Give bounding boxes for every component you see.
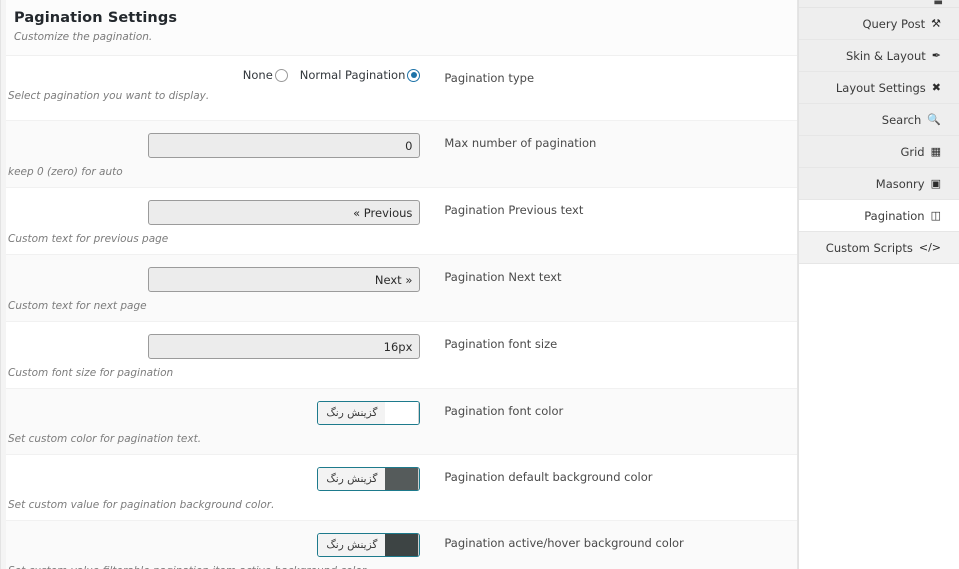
text-input[interactable] — [148, 267, 421, 292]
search-icon: 🔍 — [927, 113, 941, 126]
text-input[interactable] — [148, 334, 421, 359]
settings-sidebar: ▬ ⚒ Query Post ✒ Skin & Layout ✖ Layout Setti… — [798, 0, 959, 569]
setting-description: Custom text for previous page — [8, 233, 169, 245]
setting-label: Pagination active/hover background color — [444, 536, 684, 550]
setting-field: Custom text for next page — [0, 255, 430, 321]
radio-option[interactable]: Normal Pagination — [300, 68, 421, 82]
sidebar-item-custom-scripts[interactable]: </> Custom Scripts — [799, 232, 959, 264]
sidebar-item-query-post[interactable]: ⚒ Query Post — [799, 8, 959, 40]
setting-description: .Set custom value filterable pagination … — [8, 564, 420, 569]
page-title: Pagination Settings — [14, 10, 178, 26]
sidebar-item-skin-layout[interactable]: ✒ Skin & Layout — [799, 40, 959, 72]
color-picker[interactable]: گزینش رنگ — [317, 401, 421, 425]
setting-field: گزینش رنگ .Set custom value for paginatio… — [0, 455, 430, 520]
field-control-wrap: Normal Pagination None — [8, 68, 421, 82]
setting-label: Pagination font size — [444, 337, 558, 351]
setting-description: .Set custom value for pagination backgro… — [8, 499, 275, 511]
settings-rows: Pagination type Normal Pagination None .Sel… — [0, 56, 797, 569]
field-control-wrap — [8, 200, 421, 225]
setting-label: Pagination font color — [444, 404, 564, 418]
setting-row: Pagination Next text Custom text for next… — [0, 255, 797, 322]
radio-label: Normal Pagination — [299, 68, 406, 82]
color-picker-button-label[interactable]: گزینش رنگ — [318, 402, 386, 424]
brush-icon: ✒ — [931, 49, 941, 62]
field-control-wrap: گزینش رنگ — [8, 401, 421, 425]
pagination-icon: ◫ — [930, 209, 941, 222]
radio-group: Normal Pagination None — [8, 68, 421, 82]
setting-field: گزینش رنگ .Set custom value filterable pa… — [0, 521, 430, 569]
sidebar-item-label: Search — [881, 112, 922, 127]
setting-description: .Set custom color for pagination text — [8, 433, 202, 445]
color-picker[interactable]: گزینش رنگ — [317, 533, 421, 557]
setting-row: Pagination font size Custom font size for… — [0, 322, 797, 389]
partial-icon: ▬ — [933, 0, 943, 8]
radio-selected-icon[interactable] — [407, 68, 421, 82]
setting-label: Pagination default background color — [444, 470, 653, 484]
field-control-wrap: گزینش رنگ — [8, 467, 421, 491]
text-input[interactable] — [148, 133, 421, 158]
setting-field: Custom font size for pagination — [0, 322, 430, 388]
setting-field: Normal Pagination None .Select pagination … — [0, 56, 430, 111]
posts-icon: ⚒ — [931, 17, 941, 30]
field-control-wrap — [8, 334, 421, 359]
sidebar-top-partial-item[interactable]: ▬ — [799, 0, 959, 8]
sidebar-empty-area — [799, 264, 959, 569]
setting-label: Pagination Next text — [444, 270, 562, 284]
setting-row: Pagination font color گزینش رنگ .Set custo… — [0, 389, 797, 455]
sidebar-item-label: Custom Scripts — [825, 240, 913, 255]
color-picker-button-label[interactable]: گزینش رنگ — [318, 534, 386, 556]
setting-field: Custom text for previous page — [0, 188, 430, 254]
sidebar-item-search[interactable]: 🔍 Search — [799, 104, 959, 136]
setting-row: Pagination Previous text Custom text for … — [0, 188, 797, 255]
setting-row: Max number of pagination keep 0 (zero) fo… — [0, 121, 797, 188]
setting-row: Pagination active/hover background color… — [0, 521, 797, 569]
sidebar-item-label: Query Post — [862, 16, 926, 31]
radio-option[interactable]: None — [243, 68, 288, 82]
code-icon: </> — [918, 241, 941, 254]
sidebar-item-masonry[interactable]: ▣ Masonry — [799, 168, 959, 200]
grid-icon: ▦ — [930, 145, 941, 158]
field-control-wrap — [8, 133, 421, 158]
sidebar-item-pagination[interactable]: ◫ Pagination — [799, 200, 959, 232]
color-picker-button-label[interactable]: گزینش رنگ — [318, 468, 386, 490]
setting-label: Max number of pagination — [444, 136, 597, 150]
panel-right-edge — [0, 0, 6, 569]
setting-label: Pagination Previous text — [444, 203, 584, 217]
radio-unselected-icon[interactable] — [274, 68, 288, 82]
setting-row: Pagination type Normal Pagination None .Sel… — [0, 56, 797, 121]
sidebar-item-label: Skin & Layout — [845, 48, 926, 63]
sidebar-item-label: Pagination — [864, 208, 925, 223]
setting-description: keep 0 (zero) for auto — [8, 166, 123, 178]
setting-description: Custom font size for pagination — [8, 367, 174, 379]
sidebar-item-label: Grid — [900, 144, 925, 159]
field-control-wrap — [8, 267, 421, 292]
sidebar-item-grid[interactable]: ▦ Grid — [799, 136, 959, 168]
setting-field: گزینش رنگ .Set custom color for paginatio… — [0, 389, 430, 454]
section-header: Pagination Settings .Customize the pagin… — [0, 0, 797, 56]
setting-label: Pagination type — [444, 71, 535, 85]
radio-label: None — [242, 68, 273, 82]
color-picker[interactable]: گزینش رنگ — [317, 467, 421, 491]
settings-panel: ▬ ⚒ Query Post ✒ Skin & Layout ✖ Layout Setti… — [0, 0, 959, 569]
setting-description: Custom text for next page — [8, 300, 147, 312]
sidebar-item-layout-settings[interactable]: ✖ Layout Settings — [799, 72, 959, 104]
setting-row: Pagination default background color گزینش… — [0, 455, 797, 521]
color-swatch[interactable] — [385, 402, 420, 424]
color-swatch[interactable] — [385, 534, 420, 556]
color-swatch[interactable] — [385, 468, 420, 490]
field-control-wrap: گزینش رنگ — [8, 533, 421, 557]
masonry-icon: ▣ — [930, 177, 941, 190]
page-subtitle: .Customize the pagination — [14, 31, 153, 43]
sidebar-item-label: Layout Settings — [835, 80, 926, 95]
text-input[interactable] — [148, 200, 421, 225]
setting-field: keep 0 (zero) for auto — [0, 121, 430, 187]
pagination-settings-panel: Pagination Settings .Customize the pagin… — [0, 0, 798, 569]
setting-description: .Select pagination you want to display — [8, 90, 210, 102]
wrench-screwdriver-icon: ✖ — [931, 81, 941, 94]
sidebar-item-label: Masonry — [875, 176, 925, 191]
